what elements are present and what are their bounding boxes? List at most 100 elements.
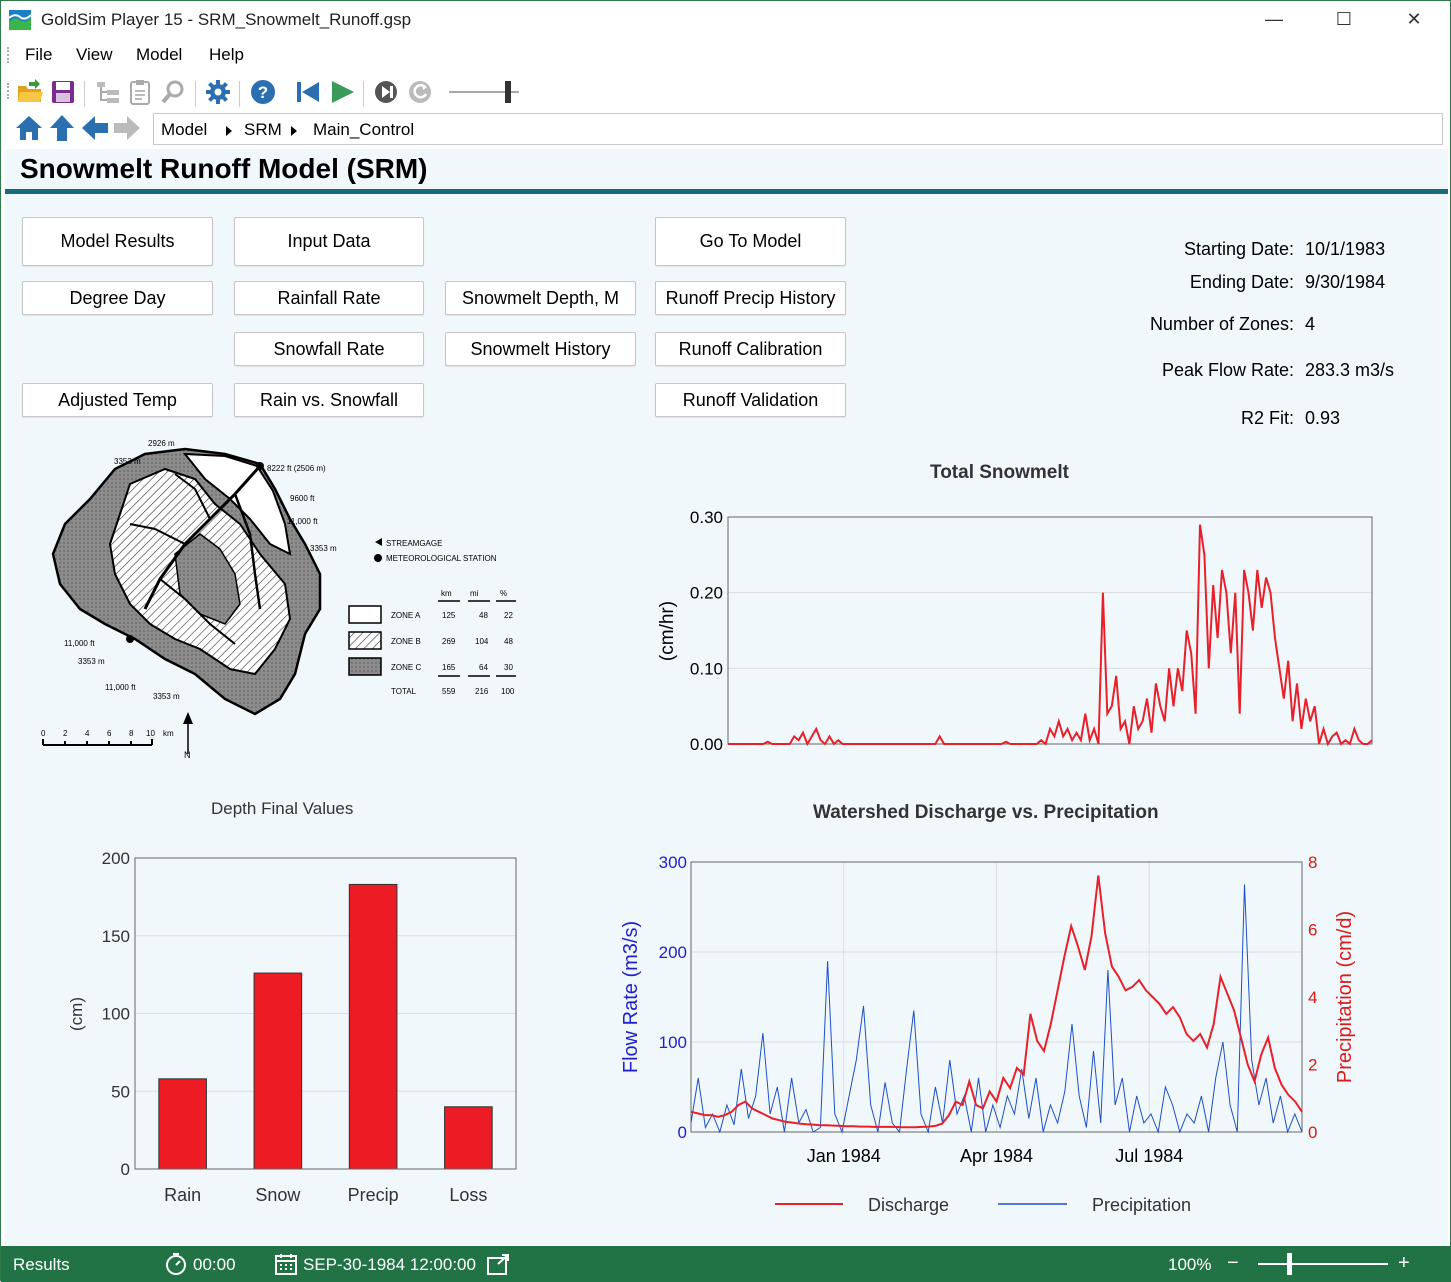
precipitation-axis-label: Precipitation (cm/d) (1334, 911, 1356, 1083)
minimize-button[interactable]: — (1251, 5, 1297, 33)
help-icon[interactable]: ? (248, 77, 278, 107)
zoom-slider[interactable] (1258, 1253, 1388, 1275)
flow-rate-tick: 300 (659, 853, 687, 872)
close-button[interactable]: ✕ (1391, 5, 1437, 33)
back-arrow-icon[interactable] (80, 113, 110, 143)
clipboard-icon[interactable] (125, 77, 155, 107)
total-pct: 100 (501, 687, 515, 696)
precipitation-tick: 4 (1308, 988, 1317, 1007)
zone-a-mi2: 48 (479, 611, 488, 620)
export-icon[interactable] (486, 1252, 512, 1276)
window-title: GoldSim Player 15 - SRM_Snowmelt_Runoff.… (41, 10, 412, 29)
scale-tick: 4 (85, 729, 90, 738)
menu-view[interactable]: View (76, 45, 113, 65)
north-arrow: N (183, 712, 193, 760)
starting-date-label: Starting Date: (1183, 239, 1294, 259)
menu-help[interactable]: Help (209, 45, 244, 65)
watershed-zone-map: 2926 m 3353 m 8222 ft (2506 m) 9600 ft 1… (41, 439, 516, 760)
elevation-label: 3353 m (78, 657, 105, 666)
discharge-x-tick: Jul 1984 (1115, 1146, 1183, 1166)
menu-grip (7, 47, 10, 63)
breadcrumb-srm[interactable]: SRM (244, 120, 282, 140)
rewind-icon[interactable] (405, 77, 435, 107)
toolbar-separator (84, 81, 85, 107)
open-folder-icon[interactable] (15, 77, 45, 107)
total-mi2: 216 (475, 687, 489, 696)
discharge-chart: 0 100 200 300 0 2 4 6 8 Jan 1984 Apr 1984 Jul 198… (620, 853, 1356, 1215)
breadcrumb: Model SRM Main_Control (153, 113, 1443, 145)
zone-c-label: ZONE C (391, 663, 421, 672)
forward-arrow-icon[interactable] (112, 113, 142, 143)
snowmelt-y-tick: 0.20 (690, 584, 723, 603)
maximize-button[interactable]: ☐ (1321, 5, 1367, 33)
time-slider-thumb[interactable] (505, 81, 511, 103)
menu-model[interactable]: Model (136, 45, 182, 65)
zoom-in-button[interactable]: + (1398, 1252, 1410, 1275)
elevation-label: 11,000 ft (105, 683, 136, 692)
zone-c-mi2: 64 (479, 663, 488, 672)
bar-y-label: (cm) (67, 997, 86, 1031)
r2-fit-label: R2 Fit: (1240, 408, 1294, 428)
map-legend: STREAMGAGE METEOROLOGICAL STATION km mi … (348, 538, 516, 696)
bar-category-label: Precip (348, 1185, 399, 1205)
save-icon[interactable] (48, 77, 78, 107)
input-data-button[interactable]: Input Data (234, 217, 424, 266)
model-results-button[interactable]: Model Results (22, 217, 213, 266)
zone-a-swatch (348, 605, 382, 624)
bar-category-label: Snow (255, 1185, 301, 1205)
title-divider (5, 189, 1448, 194)
scale-tick: 8 (129, 729, 134, 738)
toolbar-grip (7, 83, 10, 99)
zone-c-swatch (348, 657, 382, 676)
flow-rate-tick: 100 (659, 1033, 687, 1052)
runoff-precip-history-button[interactable]: Runoff Precip History (655, 281, 846, 315)
reset-to-start-icon[interactable] (293, 77, 323, 107)
bar-snow (253, 972, 303, 1170)
snowmelt-y-tick: 0.30 (690, 508, 723, 527)
zone-b-swatch (348, 631, 382, 650)
run-icon[interactable] (327, 77, 357, 107)
north-label: N (184, 750, 191, 760)
snowfall-rate-button[interactable]: Snowfall Rate (234, 332, 424, 366)
toolbar-separator (239, 81, 240, 107)
total-km2: 559 (442, 687, 456, 696)
depth-bar-chart: 0 50 100 150 200 Rain Snow Precip Loss (cm) (67, 849, 517, 1205)
breadcrumb-main-control[interactable]: Main_Control (313, 120, 414, 140)
elevation-label: 3353 m (153, 692, 180, 701)
scale-unit: km (163, 729, 174, 738)
find-icon[interactable] (158, 77, 188, 107)
snowmelt-y-label: (cm/hr) (657, 601, 678, 661)
zone-a-label: ZONE A (391, 611, 421, 620)
snowmelt-history-button[interactable]: Snowmelt History (445, 332, 636, 366)
goldsim-app-icon (9, 10, 31, 30)
zoom-slider-thumb[interactable] (1287, 1253, 1292, 1275)
scale-tick: 6 (107, 729, 112, 738)
zone-c-km2: 165 (442, 663, 456, 672)
step-icon[interactable] (371, 77, 401, 107)
menu-file[interactable]: File (25, 45, 52, 65)
gear-icon[interactable] (203, 77, 233, 107)
bar-precip (348, 883, 398, 1170)
go-to-model-button[interactable]: Go To Model (655, 217, 846, 266)
rain-vs-snowfall-button[interactable]: Rain vs. Snowfall (234, 383, 424, 417)
elevation-label: 11,000 ft (287, 517, 318, 526)
tree-view-icon[interactable] (93, 77, 123, 107)
rainfall-rate-button[interactable]: Rainfall Rate (234, 281, 424, 315)
runoff-calibration-button[interactable]: Runoff Calibration (655, 332, 846, 366)
zoom-out-button[interactable]: − (1227, 1252, 1239, 1275)
adjusted-temp-button[interactable]: Adjusted Temp (22, 383, 213, 417)
elevation-label: 8222 ft (2506 m) (267, 464, 326, 473)
breadcrumb-model[interactable]: Model (161, 120, 207, 140)
flow-rate-axis-label: Flow Rate (m3/s) (620, 921, 642, 1073)
time-slider[interactable] (449, 81, 519, 103)
bar-category-label: Rain (164, 1185, 201, 1205)
precipitation-tick: 8 (1308, 853, 1317, 872)
number-of-zones-label: Number of Zones: (1149, 314, 1294, 334)
bar-y-tick: 50 (111, 1082, 130, 1101)
runoff-validation-button[interactable]: Runoff Validation (655, 383, 846, 417)
home-icon[interactable] (14, 113, 44, 143)
degree-day-button[interactable]: Degree Day (22, 281, 213, 315)
snowmelt-y-tick: 0.00 (690, 735, 723, 754)
up-arrow-icon[interactable] (47, 113, 77, 143)
snowmelt-depth-button[interactable]: Snowmelt Depth, M (445, 281, 636, 315)
